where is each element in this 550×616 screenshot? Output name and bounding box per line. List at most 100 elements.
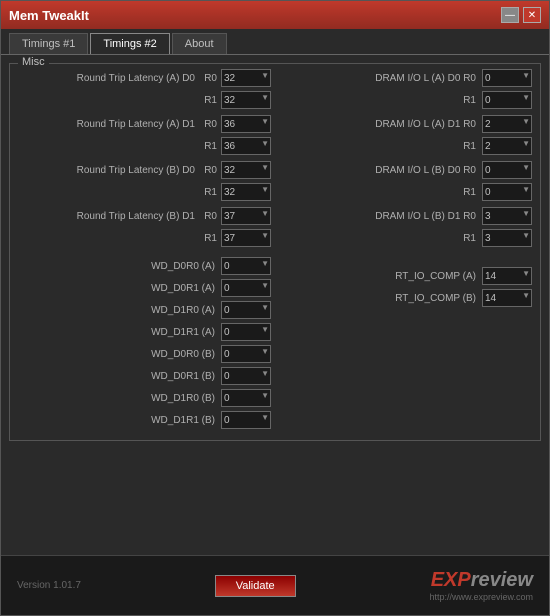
rt-io-comp-a-row: RT_IO_COMP (A) 14	[279, 266, 532, 286]
dram-a-d0-r1-wrapper: 0	[482, 91, 532, 109]
wd-d0r1-b-label: WD_D0R1 (B)	[18, 371, 221, 382]
dram-b-d0-label: DRAM I/O L (B) D0 R0	[279, 165, 482, 176]
brand-url: http://www.expreview.com	[429, 592, 533, 602]
wd-d1r1-a-select[interactable]: 0	[221, 323, 271, 341]
app-window: Mem TweakIt — ✕ Timings #1 Timings #2 Ab…	[0, 0, 550, 616]
wd-d0r1-a-select[interactable]: 0	[221, 279, 271, 297]
rtl-a-d1-label: Round Trip Latency (A) D1	[18, 119, 201, 130]
r1-label: R1	[201, 95, 221, 106]
dram-b-d1-label: DRAM I/O L (B) D1 R0	[279, 211, 482, 222]
wd-d0r0-b-wrapper: 0	[221, 345, 271, 363]
wd-d1r0-b-row: WD_D1R0 (B) 0	[18, 388, 271, 408]
wd-d0r0-a-label: WD_D0R0 (A)	[18, 261, 221, 272]
rt-io-comp-a-wrapper: 14	[482, 267, 532, 285]
wd-d1r0-b-wrapper: 0	[221, 389, 271, 407]
tab-about[interactable]: About	[172, 33, 227, 54]
wd-d0r0-b-row: WD_D0R0 (B) 0	[18, 344, 271, 364]
rtl-b-d0-r0-wrapper: 32	[221, 161, 271, 179]
rtl-b-d0-r0-select[interactable]: 32	[221, 161, 271, 179]
rt-io-comp-b-row: RT_IO_COMP (B) 14	[279, 288, 532, 308]
wd-d0r0-b-label: WD_D0R0 (B)	[18, 349, 221, 360]
wd-d0r0-a-select[interactable]: 0	[221, 257, 271, 275]
rtl-b-d1-group: Round Trip Latency (B) D1 R0 37 R1	[18, 206, 271, 248]
rtl-a-d0-group: Round Trip Latency (A) D0 R0 32 R1	[18, 68, 271, 110]
dram-a-d1-r0-row: DRAM I/O L (A) D1 R0 2	[279, 114, 532, 134]
dram-b-d1-r1-select[interactable]: 3	[482, 229, 532, 247]
rtl-a-d0-r0-select[interactable]: 32	[221, 69, 271, 87]
tab-timings1[interactable]: Timings #1	[9, 33, 88, 54]
misc-group: Misc Round Trip Latency (A) D0 R0 32	[9, 63, 541, 441]
wd-d0r0-b-select[interactable]: 0	[221, 345, 271, 363]
rtl-a-d1-r1-row: R1 36	[18, 136, 271, 156]
dram-a-d0-label: DRAM I/O L (A) D0 R0	[279, 73, 482, 84]
dram-b-d1-group: DRAM I/O L (B) D1 R0 3 R1 3	[279, 206, 532, 248]
dram-a-d0-r0-row: DRAM I/O L (A) D0 R0 0	[279, 68, 532, 88]
wd-d0r0-a-wrapper: 0	[221, 257, 271, 275]
dram-b-d1-r0-wrapper: 3	[482, 207, 532, 225]
version-label: Version 1.01.7	[17, 580, 81, 591]
rt-io-comp-b-wrapper: 14	[482, 289, 532, 307]
dram-b-d0-r0-select[interactable]: 0	[482, 161, 532, 179]
wd-d1r1-a-label: WD_D1R1 (A)	[18, 327, 221, 338]
tab-timings2[interactable]: Timings #2	[90, 33, 169, 54]
rt-io-comp-a-label: RT_IO_COMP (A)	[279, 271, 482, 282]
wd-d1r0-b-select[interactable]: 0	[221, 389, 271, 407]
rt-col: RT_IO_COMP (A) 14 RT_IO_COMP (B) 14	[279, 256, 532, 432]
dram-b-d0-r1-row: R1 0	[279, 182, 532, 202]
wd-d0r1-b-select[interactable]: 0	[221, 367, 271, 385]
wd-d1r1-a-row: WD_D1R1 (A) 0	[18, 322, 271, 342]
rtl-b-d0-r1-select[interactable]: 32	[221, 183, 271, 201]
rtl-a-d1-r1-select[interactable]: 36	[221, 137, 271, 155]
wd-d1r1-b-select[interactable]: 0	[221, 411, 271, 429]
dram-b-d1-r1-row: R1 3	[279, 228, 532, 248]
rtl-b-d1-r0-wrapper: 37	[221, 207, 271, 225]
dram-a-d1-r0-wrapper: 2	[482, 115, 532, 133]
wd-d1r1-b-label: WD_D1R1 (B)	[18, 415, 221, 426]
rtl-a-d1-r0-select[interactable]: 36	[221, 115, 271, 133]
rt-io-comp-a-select[interactable]: 14	[482, 267, 532, 285]
dram-a-d1-group: DRAM I/O L (A) D1 R0 2 R1 2	[279, 114, 532, 156]
dram-b-d0-group: DRAM I/O L (B) D0 R0 0 R1 0	[279, 160, 532, 202]
rtl-b-d1-r0-select[interactable]: 37	[221, 207, 271, 225]
wd-d1r0-a-wrapper: 0	[221, 301, 271, 319]
rtl-a-d0-r1-wrapper: 32	[221, 91, 271, 109]
dram-b-d1-r1-wrapper: 3	[482, 229, 532, 247]
rtl-a-d0-r1-row: R1 32	[18, 90, 271, 110]
minimize-button[interactable]: —	[501, 7, 519, 23]
rtl-a-d1-r0-row: Round Trip Latency (A) D1 R0 36	[18, 114, 271, 134]
rtl-a-d0-r1-select[interactable]: 32	[221, 91, 271, 109]
dram-b-d0-r0-wrapper: 0	[482, 161, 532, 179]
rt-io-comp-b-select[interactable]: 14	[482, 289, 532, 307]
dram-b-d0-r1-select[interactable]: 0	[482, 183, 532, 201]
wd-d1r0-a-label: WD_D1R0 (A)	[18, 305, 221, 316]
rtl-b-d1-r0-row: Round Trip Latency (B) D1 R0 37	[18, 206, 271, 226]
rtl-b-d0-r1-wrapper: 32	[221, 183, 271, 201]
wd-d0r1-b-wrapper: 0	[221, 367, 271, 385]
wd-d0r1-a-label: WD_D0R1 (A)	[18, 283, 221, 294]
dram-b-d1-r0-select[interactable]: 3	[482, 207, 532, 225]
dram-a-d0-r1-row: R1 0	[279, 90, 532, 110]
rt-io-comp-b-label: RT_IO_COMP (B)	[279, 293, 482, 304]
window-title: Mem TweakIt	[9, 8, 89, 23]
dram-a-d0-group: DRAM I/O L (A) D0 R0 0 R1 0	[279, 68, 532, 110]
wd-d0r1-b-row: WD_D0R1 (B) 0	[18, 366, 271, 386]
dram-a-d1-r0-select[interactable]: 2	[482, 115, 532, 133]
tab-bar: Timings #1 Timings #2 About	[1, 29, 549, 54]
close-button[interactable]: ✕	[523, 7, 541, 23]
rtl-b-d0-r0-row: Round Trip Latency (B) D0 R0 32	[18, 160, 271, 180]
rtl-a-d1-r1-wrapper: 36	[221, 137, 271, 155]
wd-d0r1-a-wrapper: 0	[221, 279, 271, 297]
wd-col: WD_D0R0 (A) 0 WD_D0R1 (A) 0 WD_D1R0 (A)	[18, 256, 271, 432]
rtl-a-d0-r0-wrapper: 32	[221, 69, 271, 87]
dram-a-d0-r1-select[interactable]: 0	[482, 91, 532, 109]
rtl-a-d0-label: Round Trip Latency (A) D0	[18, 73, 201, 84]
rtl-b-d0-label: Round Trip Latency (B) D0	[18, 165, 201, 176]
rtl-b-d1-r1-select[interactable]: 37	[221, 229, 271, 247]
r0-label: R0	[201, 73, 221, 84]
left-col: Round Trip Latency (A) D0 R0 32 R1	[18, 68, 271, 252]
title-bar-buttons: — ✕	[501, 7, 541, 23]
dram-a-d0-r0-select[interactable]: 0	[482, 69, 532, 87]
dram-a-d1-r1-select[interactable]: 2	[482, 137, 532, 155]
validate-button[interactable]: Validate	[215, 575, 296, 597]
wd-d1r0-a-select[interactable]: 0	[221, 301, 271, 319]
